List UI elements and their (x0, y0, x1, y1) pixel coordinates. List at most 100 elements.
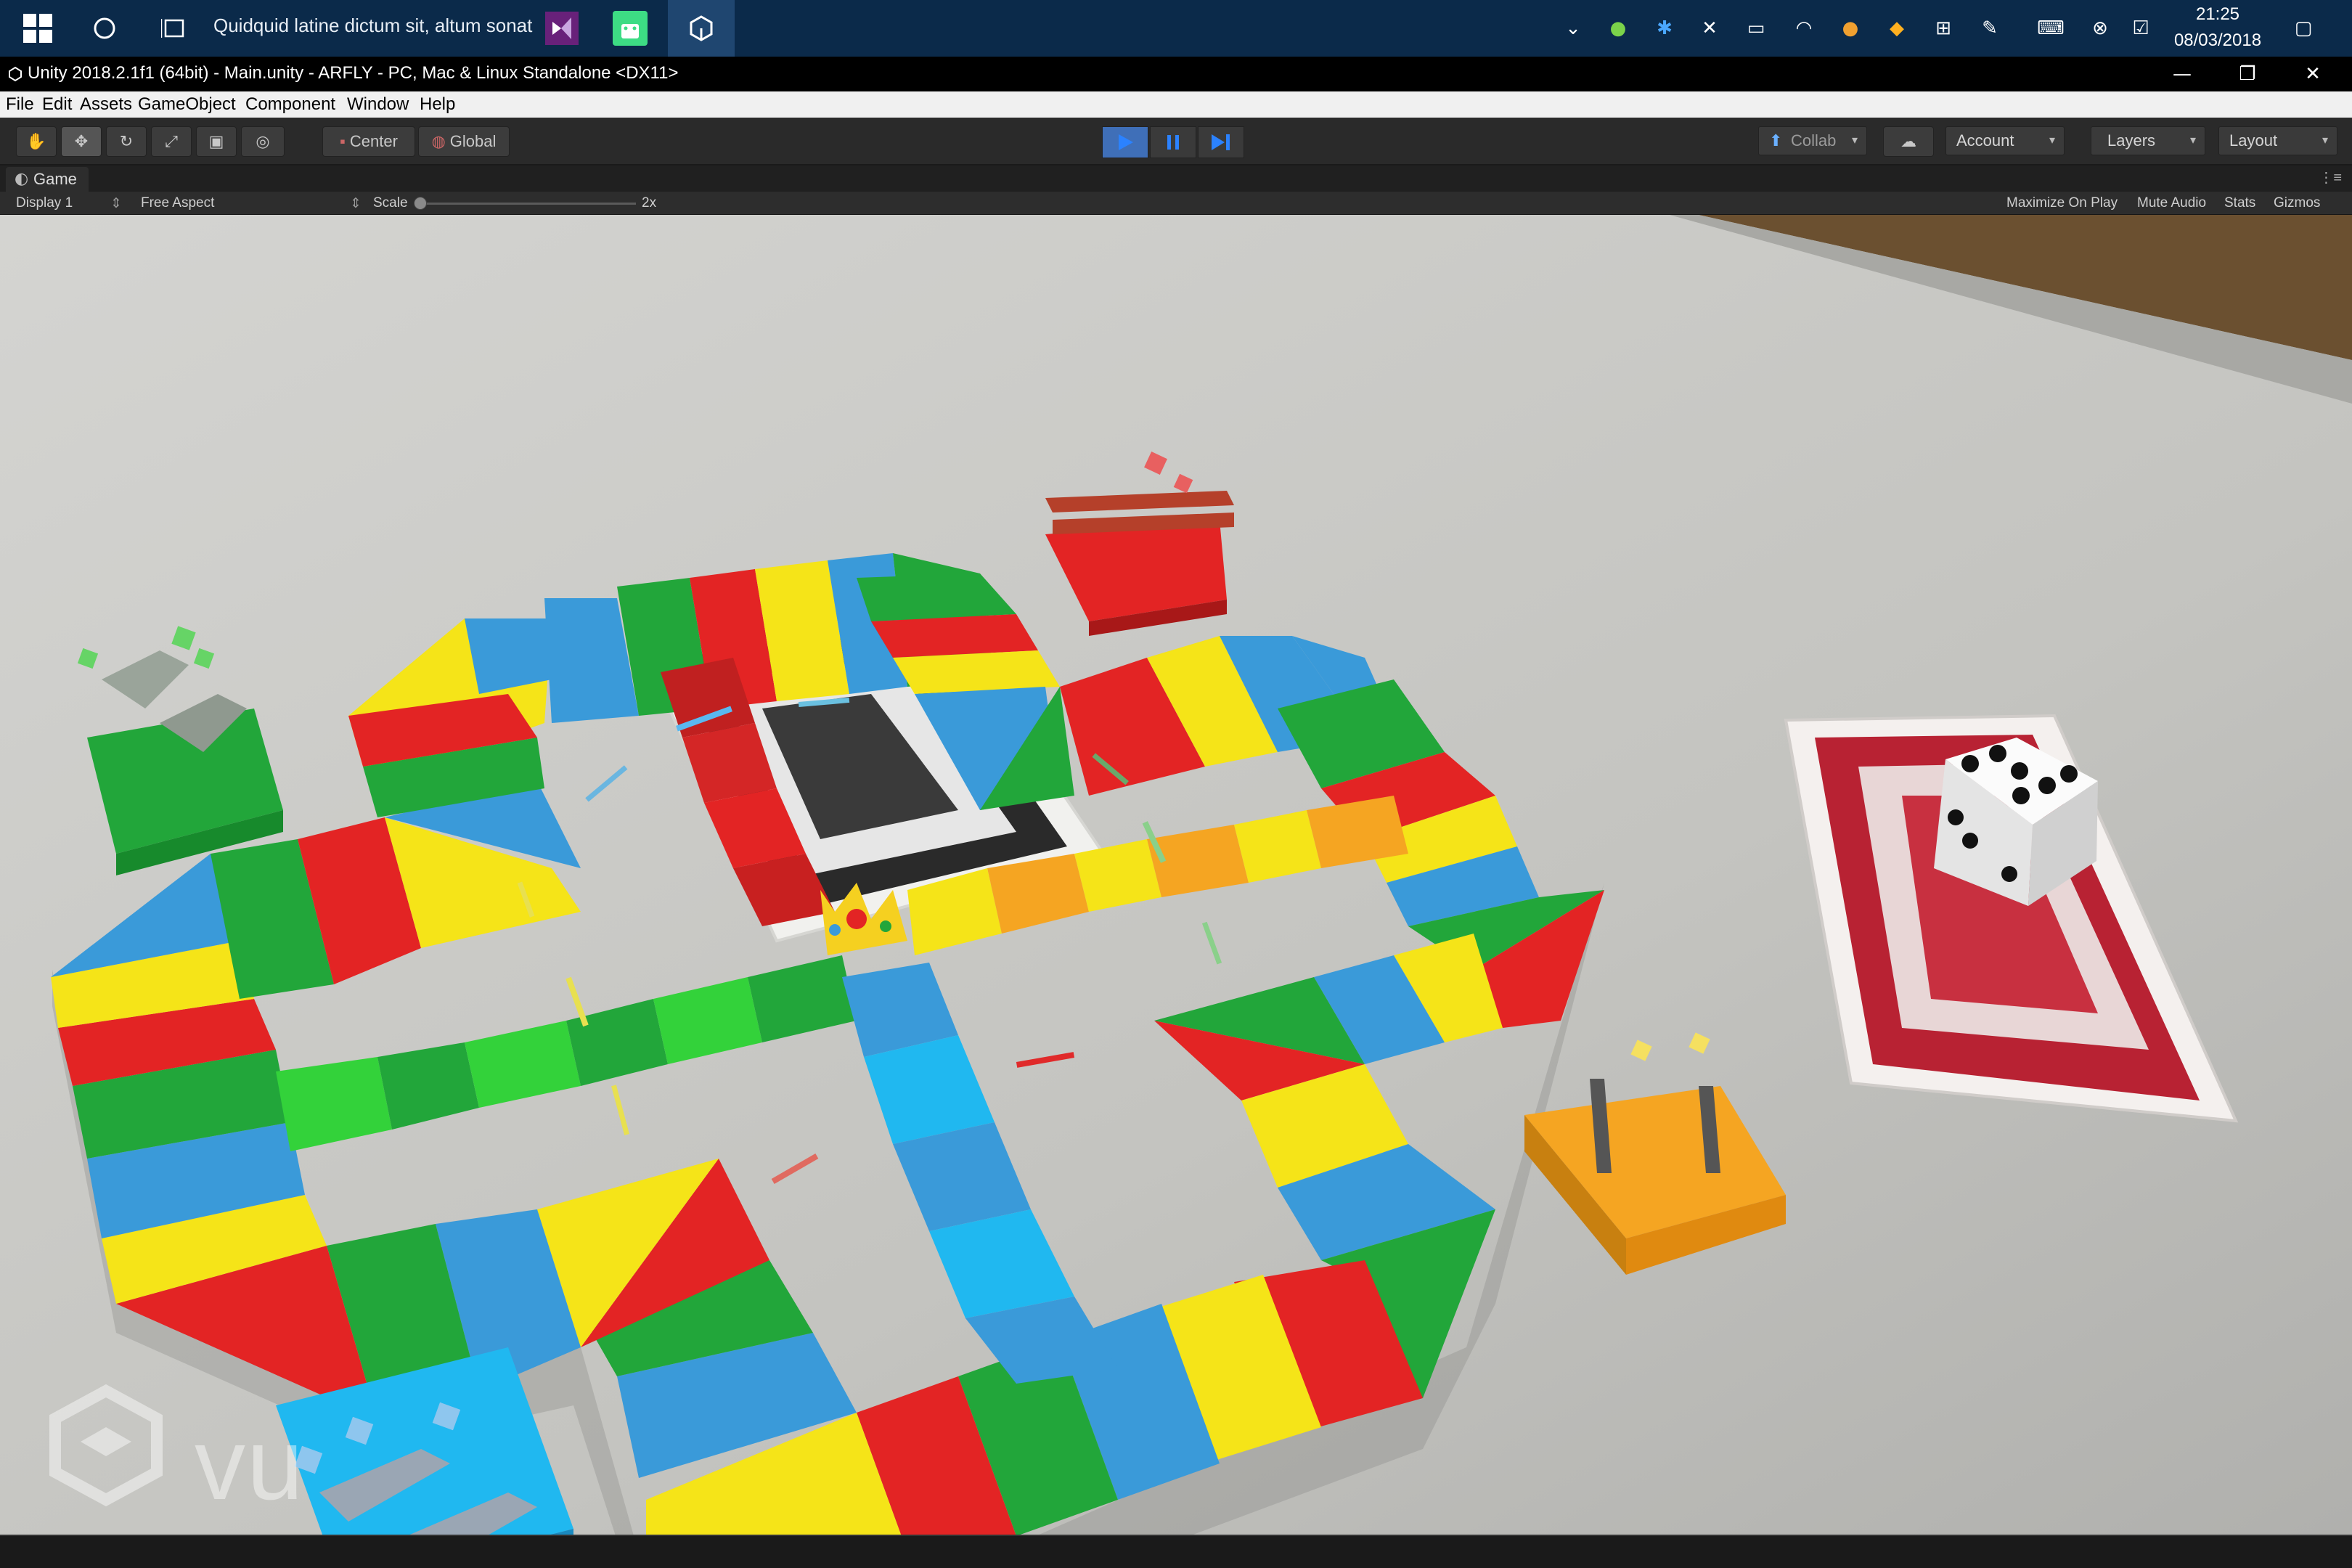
tab-menu-icon[interactable]: ⋮≡ (2319, 168, 2342, 187)
check-square-icon[interactable]: ☑ (2128, 16, 2153, 41)
step-button[interactable] (1198, 126, 1244, 158)
pivot-icon: ▪ (340, 132, 346, 150)
play-button[interactable] (1102, 126, 1148, 158)
scale-icon: ⤢ (165, 132, 178, 150)
chevron-down-icon: ▾ (2189, 134, 2196, 147)
account-dropdown[interactable]: Account ▾ (1945, 126, 2065, 155)
globe-icon: ◍ (431, 132, 446, 150)
vuforia-watermark: vu (195, 1407, 305, 1521)
collab-label: Collab (1791, 131, 1837, 150)
chevron-updown-icon: ⇕ (350, 196, 362, 211)
taskbar-task-title[interactable]: Quidquid latine dictum sit, altum sonat (213, 15, 532, 37)
windows-start-icon (23, 14, 52, 43)
game-tab-label: Game (33, 170, 77, 188)
scale-slider-track[interactable] (418, 203, 636, 205)
scale-slider-thumb[interactable] (414, 197, 427, 210)
pivot-global-button[interactable]: ◍ Global (418, 126, 510, 157)
visual-studio-button[interactable] (533, 0, 591, 57)
clock-time[interactable]: 21:25 (2171, 4, 2265, 25)
ar-scene (0, 215, 2352, 1535)
menu-edit[interactable]: Edit (42, 94, 72, 115)
game-tab[interactable]: ◐ Game (6, 167, 89, 192)
shield-icon[interactable]: ◆ (1885, 16, 1909, 41)
layers-dropdown[interactable]: Layers ▾ (2091, 126, 2205, 155)
scale-tool-button[interactable]: ⤢ (151, 126, 192, 157)
display-dropdown[interactable]: Display 1 (16, 195, 73, 211)
pen-icon[interactable]: ✎ (1977, 16, 2002, 41)
pause-icon (1167, 135, 1179, 150)
menu-bar: File Edit Assets GameObject Component Wi… (0, 91, 2352, 118)
game-tab-bar: ◐ Game ⋮≡ (0, 166, 2352, 192)
bluetooth-icon[interactable]: ✱ (1652, 16, 1677, 41)
rotate-icon: ↻ (119, 132, 134, 150)
hand-tool-button[interactable]: ✋ (16, 126, 57, 157)
aspect-dropdown[interactable]: Free Aspect (141, 195, 214, 211)
collab-dropdown[interactable]: ⬆ Collab ▾ (1758, 126, 1867, 155)
rotate-tool-button[interactable]: ↻ (106, 126, 147, 157)
pause-button[interactable] (1150, 126, 1196, 158)
close-circle-icon[interactable]: ⊗ (2088, 16, 2112, 41)
visual-studio-icon (545, 12, 579, 45)
unity-toolbar: ✋ ✥ ↻ ⤢ ▣ ◎ ▪ Center ◍ Global ⬆ Collab ▾… (0, 118, 2352, 166)
game-view-options-bar: Display 1 ⇕ Free Aspect ⇕ Scale 2x Maxim… (0, 192, 2352, 215)
mute-audio-toggle[interactable]: Mute Audio (2137, 195, 2206, 211)
chevron-down-icon: ▾ (2322, 134, 2328, 147)
rect-tool-button[interactable]: ▣ (196, 126, 237, 157)
stats-toggle[interactable]: Stats (2224, 195, 2255, 211)
unity-logo-icon (9, 66, 22, 82)
unity-taskbar-button[interactable] (668, 0, 735, 57)
menu-help[interactable]: Help (420, 94, 455, 115)
game-viewport[interactable]: vu (0, 215, 2352, 1535)
minimize-button[interactable]: — (2153, 57, 2211, 91)
move-tool-button[interactable]: ✥ (61, 126, 102, 157)
cortana-icon (94, 17, 115, 39)
scale-label: Scale (373, 195, 408, 211)
transform-icon: ◎ (256, 132, 270, 150)
battery-icon[interactable]: ▭ (1744, 16, 1768, 41)
transform-tool-button[interactable]: ◎ (241, 126, 285, 157)
chevron-down-icon: ▾ (1851, 134, 1858, 147)
plus-icon[interactable]: ⊞ (1931, 16, 1956, 41)
scale-value: 2x (642, 195, 657, 211)
android-studio-button[interactable] (600, 0, 661, 57)
notification-icon[interactable]: ▢ (2291, 16, 2316, 41)
maximize-button[interactable]: ❐ (2218, 57, 2277, 91)
menu-assets[interactable]: Assets (80, 94, 132, 115)
layout-label: Layout (2229, 131, 2278, 150)
layers-label: Layers (2107, 131, 2156, 150)
gizmos-dropdown[interactable]: Gizmos (2274, 195, 2320, 211)
window-title: Unity 2018.2.1f1 (64bit) - Main.unity - … (28, 63, 679, 83)
mute-icon[interactable]: ✕ (1697, 16, 1722, 41)
menu-gameobject[interactable]: GameObject (138, 94, 236, 115)
game-view-icon: ◐ (15, 170, 29, 188)
task-view-button[interactable] (145, 0, 203, 57)
cortana-button[interactable] (75, 0, 134, 57)
keyboard-icon[interactable]: ⌨ (2037, 16, 2065, 41)
layout-dropdown[interactable]: Layout ▾ (2218, 126, 2337, 155)
chevron-down-icon: ▾ (2049, 134, 2055, 147)
cloud-button[interactable]: ☁ (1883, 126, 1934, 157)
menu-file[interactable]: File (6, 94, 34, 115)
play-icon (1119, 134, 1133, 150)
task-view-icon (161, 19, 184, 38)
close-button[interactable]: ✕ (2284, 57, 2342, 91)
windows-taskbar: Quidquid latine dictum sit, altum sonat … (0, 0, 2352, 57)
clock-date[interactable]: 08/03/2018 (2171, 30, 2265, 51)
chevron-updown-icon: ⇕ (110, 196, 122, 211)
browser-icon[interactable]: ● (1838, 16, 1863, 41)
window-title-bar: Unity 2018.2.1f1 (64bit) - Main.unity - … (0, 57, 2352, 91)
chevron-up-icon[interactable]: ⌄ (1561, 16, 1585, 41)
menu-window[interactable]: Window (347, 94, 409, 115)
step-icon (1212, 134, 1230, 150)
collab-icon: ⬆ (1769, 131, 1783, 150)
wifi-icon[interactable]: ◠ (1792, 16, 1816, 41)
maximize-on-play-toggle[interactable]: Maximize On Play (2006, 195, 2118, 211)
pivot-center-button[interactable]: ▪ Center (322, 126, 415, 157)
wechat-icon[interactable]: ● (1606, 16, 1630, 41)
pivot-center-label: Center (349, 132, 398, 150)
pivot-global-label: Global (449, 132, 497, 150)
hand-icon: ✋ (26, 132, 46, 150)
start-button[interactable] (0, 0, 75, 57)
menu-component[interactable]: Component (245, 94, 335, 115)
rect-icon: ▣ (208, 132, 224, 150)
